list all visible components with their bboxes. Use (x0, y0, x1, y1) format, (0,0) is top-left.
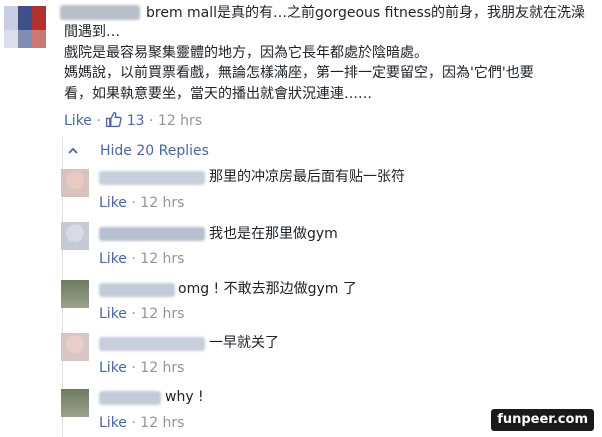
reply-text: omg ! 不敢去那边做gym 了 (178, 281, 357, 297)
reply-like-link[interactable]: Like (99, 306, 127, 322)
reply-like-link[interactable]: Like (99, 251, 127, 267)
reply-timestamp[interactable]: 12 hrs (140, 195, 184, 211)
meta-separator: · (96, 113, 101, 129)
main-comment-meta: Like · 13 · 12 hrs (64, 111, 202, 131)
reply-like-link[interactable]: Like (99, 415, 127, 431)
reply-author-name[interactable] (99, 391, 161, 405)
reply-avatar[interactable] (61, 222, 89, 250)
hide-replies-button[interactable]: Hide 20 Replies (64, 141, 209, 161)
reply-text: 我也是在那里做gym (209, 226, 338, 242)
like-count: 13 (126, 113, 145, 129)
reply-meta: Like · 12 hrs (99, 304, 184, 324)
reply-timestamp[interactable]: 12 hrs (140, 360, 184, 376)
main-comment-text-line-4: 媽媽說，以前買票看戲，無論怎樣滿座，第一排一定要留空，因為'它們'也要 (64, 65, 534, 81)
main-comment-like-link[interactable]: Like (64, 113, 92, 129)
reply-timestamp[interactable]: 12 hrs (140, 415, 184, 431)
meta-separator: · (131, 415, 136, 431)
main-comment-text-line-2: 間遇到… (64, 24, 120, 40)
reply-like-link[interactable]: Like (99, 360, 127, 376)
reply-author-name[interactable] (99, 227, 205, 241)
reply-author-name[interactable] (99, 283, 175, 297)
meta-separator: · (149, 113, 154, 129)
chevron-up-icon (68, 147, 78, 154)
reply-meta: Like · 12 hrs (99, 193, 184, 213)
reply-avatar[interactable] (61, 333, 89, 361)
meta-separator: · (131, 306, 136, 322)
reply-text: why ! (165, 389, 204, 405)
meta-separator: · (131, 360, 136, 376)
reply-timestamp[interactable]: 12 hrs (140, 306, 184, 322)
reply-meta: Like · 12 hrs (99, 413, 184, 433)
reply-timestamp[interactable]: 12 hrs (140, 251, 184, 267)
reply-author-name[interactable] (99, 337, 205, 351)
main-comment-timestamp[interactable]: 12 hrs (158, 113, 202, 129)
like-count-badge[interactable]: 13 (105, 111, 149, 129)
reply-avatar[interactable] (61, 389, 89, 417)
reply-avatar[interactable] (61, 280, 89, 308)
reply-avatar[interactable] (61, 169, 89, 197)
reply-like-link[interactable]: Like (99, 195, 127, 211)
reply-text: 一早就关了 (209, 335, 279, 351)
meta-separator: · (131, 251, 136, 267)
reply-meta: Like · 12 hrs (99, 249, 184, 269)
main-comment-text-line-1: brem mall是真的有…之前gorgeous fitness的前身，我朋友就… (146, 5, 586, 21)
funpeer-watermark: funpeer.com (491, 409, 594, 431)
main-comment-text-line-5: 看，如果執意要坐，當天的播出就會狀況連連…… (64, 86, 372, 102)
reply-meta: Like · 12 hrs (99, 358, 184, 378)
main-comment-author-name[interactable] (60, 5, 140, 20)
main-comment-text-line-3: 戲院是最容易聚集靈體的地方，因為它長年都處於陰暗處。 (64, 45, 428, 61)
main-comment-avatar[interactable] (4, 6, 46, 48)
hide-replies-label: Hide 20 Replies (100, 143, 209, 159)
meta-separator: · (131, 195, 136, 211)
thumbs-up-icon (106, 111, 122, 128)
reply-text: 那里的冲凉房最后面有贴一张符 (209, 169, 405, 185)
reply-author-name[interactable] (99, 171, 205, 185)
